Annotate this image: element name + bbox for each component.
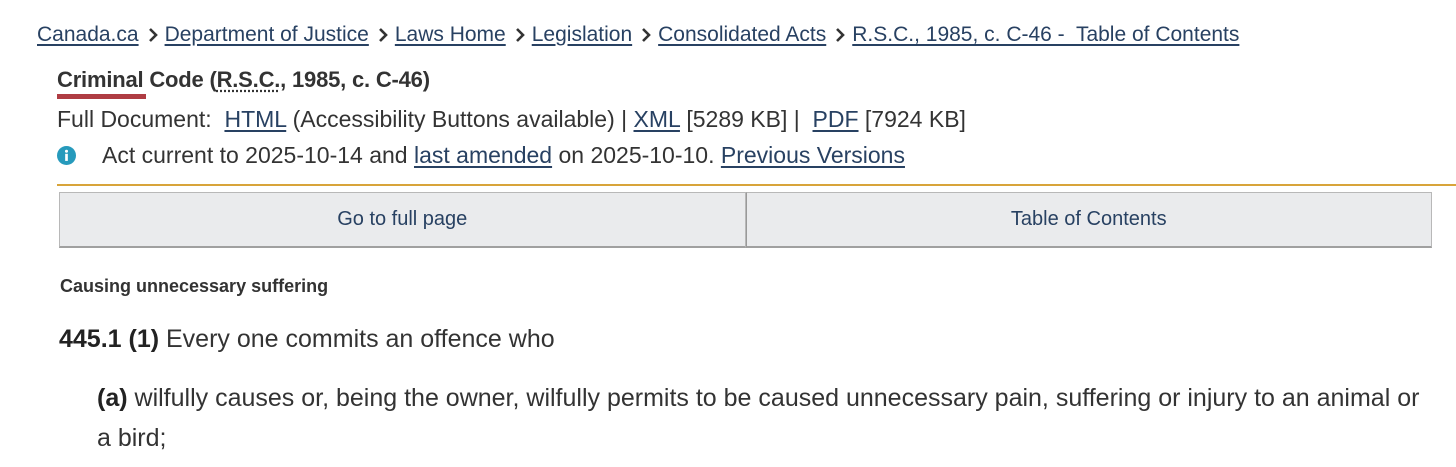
navigation-buttons: Go to full page Table of Contents (59, 192, 1432, 248)
marginal-note-heading: Causing unnecessary suffering (60, 276, 329, 296)
breadcrumb-link-consolidated-acts[interactable]: Consolidated Acts (658, 21, 826, 49)
section-text: Every one commits an offence who (159, 325, 555, 353)
html-note: (Accessibility Buttons available) | (286, 106, 634, 132)
section-number: 445.1 (1) (59, 325, 160, 353)
breadcrumb-link-toc[interactable]: R.S.C., 1985, c. C-46 - Table of Content… (852, 21, 1239, 49)
section-445-1: 445.1 (1) Every one commits an offence w… (59, 322, 555, 356)
breadcrumb-link-legislation[interactable]: Legislation (532, 21, 632, 49)
breadcrumb: Canada.ca Department of Justice Laws Hom… (37, 21, 1239, 49)
currency-text-after: on 2025-10-10. (552, 142, 721, 168)
html-link[interactable]: HTML (224, 106, 286, 132)
xml-size: [5289 KB] | (679, 106, 813, 132)
go-to-full-page-button[interactable]: Go to full page (59, 192, 746, 248)
previous-versions-link[interactable]: Previous Versions (721, 140, 905, 170)
paragraph-text: wilfully causes or, being the owner, wil… (97, 384, 1420, 452)
xml-link[interactable]: XML (634, 106, 680, 132)
last-amended-link[interactable]: last amended (414, 140, 552, 170)
info-icon (57, 145, 76, 165)
currency-notice: Act current to 2025-10-14 and last amend… (57, 140, 905, 170)
currency-text-before: Act current to 2025-10-14 and (102, 142, 414, 168)
pdf-link[interactable]: PDF (813, 106, 859, 132)
chevron-right-icon (836, 28, 846, 42)
chevron-right-icon (148, 28, 158, 42)
paragraph-label: (a) (97, 384, 128, 412)
page-title: Criminal Code (R.S.C., 1985, c. C-46) (57, 66, 430, 94)
paragraph-a: (a) wilfully causes or, being the owner,… (97, 378, 1437, 458)
title-accent-bar (57, 94, 146, 99)
chevron-right-icon (378, 28, 388, 42)
breadcrumb-link-justice[interactable]: Department of Justice (165, 21, 369, 49)
title-prefix: Criminal Code ( (57, 67, 217, 92)
breadcrumb-link-canada[interactable]: Canada.ca (37, 21, 139, 49)
pdf-size: [7924 KB] (858, 106, 966, 132)
divider (57, 184, 1456, 186)
title-abbreviation: R.S.C. (216, 67, 281, 92)
chevron-right-icon (642, 28, 651, 42)
full-document-label: Full Document: (57, 106, 225, 132)
breadcrumb-link-laws-home[interactable]: Laws Home (395, 21, 506, 49)
chevron-right-icon (515, 28, 525, 42)
title-suffix: , 1985, c. C-46) (280, 67, 430, 92)
full-document-line: Full Document: HTML (Accessibility Butto… (57, 104, 966, 134)
page: Canada.ca Department of Justice Laws Hom… (0, 0, 1456, 467)
table-of-contents-button[interactable]: Table of Contents (745, 192, 1432, 248)
